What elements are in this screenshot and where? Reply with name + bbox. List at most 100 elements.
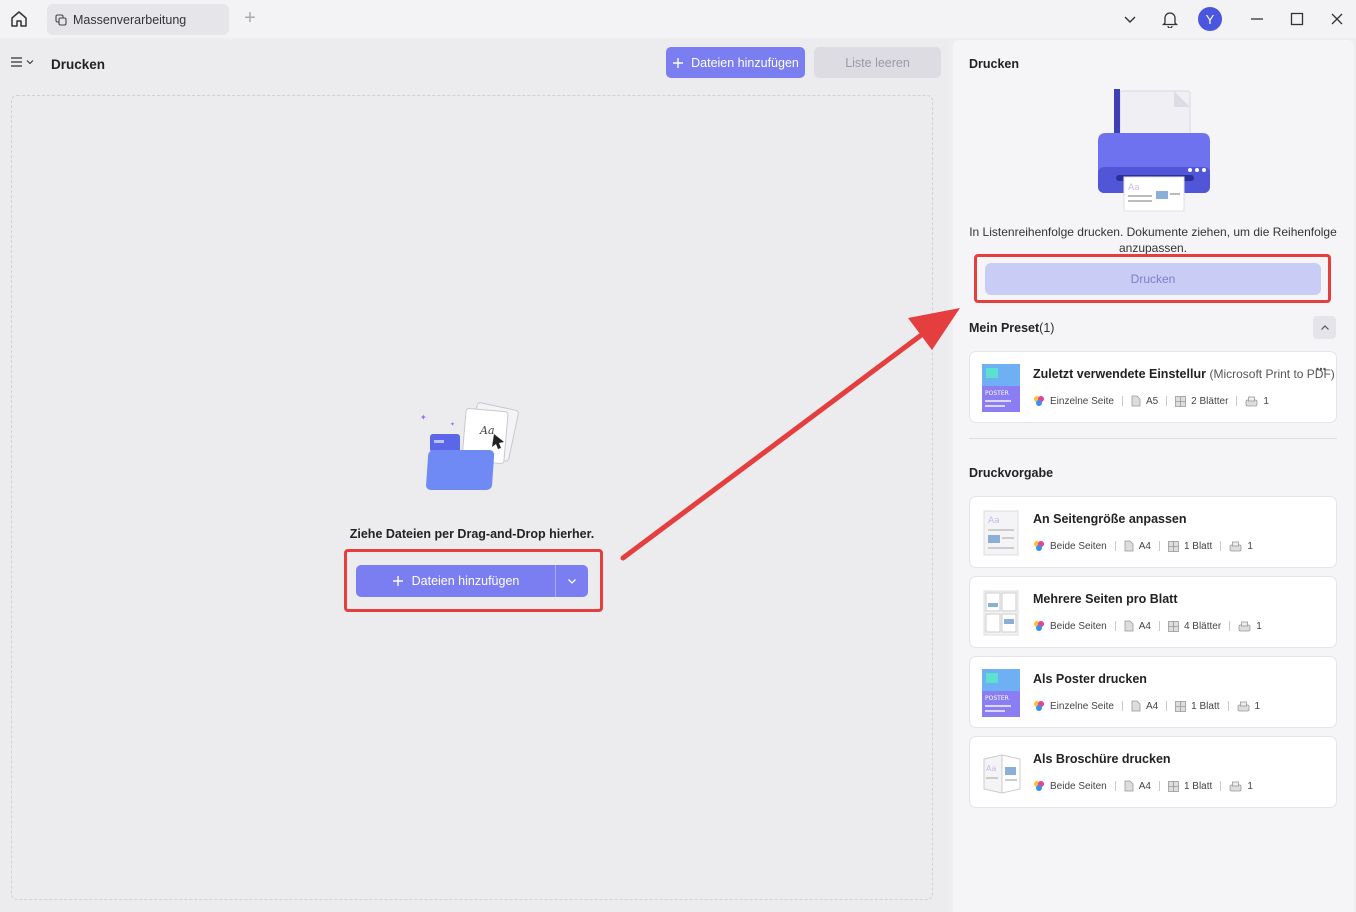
add-files-label: Dateien hinzufügen xyxy=(691,55,799,70)
chevron-down-icon xyxy=(26,60,34,65)
color-icon xyxy=(1034,541,1044,551)
meta-size: A4 xyxy=(1145,700,1159,712)
batch-icon xyxy=(55,13,67,26)
copies-icon xyxy=(1229,781,1242,791)
template-card-fit-page[interactable]: Aa An Seitengröße anpassen Beide Seiten … xyxy=(969,496,1337,568)
preset-meta: Einzelne Seite A5 2 Blätter 1 xyxy=(1033,395,1269,407)
clear-list-button[interactable]: Liste leeren xyxy=(814,47,941,78)
chevron-up-icon xyxy=(1320,324,1329,330)
meta-sheets: 1 Blatt xyxy=(1183,540,1213,552)
page-title: Drucken xyxy=(51,57,106,72)
chevron-down-icon xyxy=(1124,16,1136,23)
template-card-booklet[interactable]: Aa Als Broschüre drucken Beide Seiten A4… xyxy=(969,736,1337,808)
file-list-panel: Drucken Dateien hinzufügen Liste leeren … xyxy=(0,40,948,912)
title-bar: Massenverarbeitung + Y xyxy=(0,0,1356,38)
color-icon xyxy=(1034,621,1044,631)
meta-copies: 1 xyxy=(1247,780,1253,792)
close-icon xyxy=(1331,13,1343,25)
poster-thumbnail: POSTER xyxy=(982,669,1020,717)
color-icon xyxy=(1034,396,1044,406)
svg-text:Aa: Aa xyxy=(988,516,1000,526)
minimize-icon xyxy=(1251,18,1263,20)
copies-icon xyxy=(1237,701,1249,711)
template-title: Als Poster drucken xyxy=(1033,672,1147,686)
sheets-icon xyxy=(1168,540,1179,552)
template-meta: Beide Seiten A4 4 Blätter 1 xyxy=(1033,620,1262,632)
home-button[interactable] xyxy=(8,8,30,30)
highlight-print-button xyxy=(974,254,1331,303)
dropdown-button[interactable] xyxy=(1118,8,1142,30)
sheets-icon xyxy=(1175,700,1187,712)
template-title: Als Broschüre drucken xyxy=(1033,752,1171,766)
page-size-icon xyxy=(1124,620,1134,632)
minimize-button[interactable] xyxy=(1245,8,1269,30)
add-files-button[interactable]: Dateien hinzufügen xyxy=(666,47,805,78)
meta-copies: 1 xyxy=(1254,700,1261,712)
menu-button[interactable] xyxy=(10,56,34,68)
svg-text:✦: ✦ xyxy=(420,413,427,422)
page-size-icon xyxy=(1124,540,1134,552)
meta-size: A4 xyxy=(1138,780,1151,792)
close-button[interactable] xyxy=(1325,8,1349,30)
fit-page-thumbnail: Aa xyxy=(983,510,1019,556)
svg-text:Aa: Aa xyxy=(986,764,996,773)
section-divider xyxy=(969,438,1337,439)
hamburger-icon xyxy=(11,57,22,67)
meta-sides: Einzelne Seite xyxy=(1050,395,1114,407)
preset-card[interactable]: POSTER Zuletzt verwendete Einstellur (Mi… xyxy=(969,351,1337,423)
meta-sides: Einzelne Seite xyxy=(1050,700,1114,712)
printer-illustration: Aa xyxy=(1098,89,1210,212)
plus-icon xyxy=(673,57,684,68)
collapse-presets-button[interactable] xyxy=(1313,316,1336,339)
meta-sheets: 1 Blatt xyxy=(1191,700,1220,712)
svg-text:✦: ✦ xyxy=(450,421,455,428)
maximize-button[interactable] xyxy=(1285,8,1309,30)
meta-copies: 1 xyxy=(1247,540,1253,552)
preset-section-title: Mein Preset(1) xyxy=(969,321,1054,335)
booklet-thumbnail: Aa xyxy=(983,754,1021,794)
maximize-icon xyxy=(1290,12,1304,26)
template-card-poster[interactable]: POSTER Als Poster drucken Einzelne Seite… xyxy=(969,656,1337,728)
bell-icon xyxy=(1161,12,1179,28)
svg-text:POSTER: POSTER xyxy=(985,695,1009,702)
color-icon xyxy=(1034,701,1044,711)
home-icon xyxy=(11,11,27,27)
preset-title-text: Zuletzt verwendete Einstellur xyxy=(1033,367,1206,381)
meta-size: A4 xyxy=(1138,540,1151,552)
meta-sides: Beide Seiten xyxy=(1050,540,1107,552)
clear-list-label: Liste leeren xyxy=(845,55,910,70)
tab-label: Massenverarbeitung xyxy=(73,12,187,27)
preset-count: (1) xyxy=(1039,321,1055,335)
avatar[interactable]: Y xyxy=(1198,7,1222,31)
notifications-button[interactable] xyxy=(1158,8,1182,30)
more-dots-icon xyxy=(1316,367,1326,371)
highlight-add-files xyxy=(344,549,603,612)
meta-copies: 1 xyxy=(1256,620,1262,632)
svg-text:Aa: Aa xyxy=(1128,183,1140,193)
new-tab-button[interactable]: + xyxy=(240,8,260,29)
copies-icon xyxy=(1238,621,1251,631)
template-meta: Einzelne Seite A4 1 Blatt 1 xyxy=(1033,700,1260,712)
tab-massenverarbeitung[interactable]: Massenverarbeitung xyxy=(47,4,229,35)
multi-page-thumbnail xyxy=(983,590,1019,636)
more-options-button[interactable] xyxy=(1316,362,1326,374)
meta-sides: Beide Seiten xyxy=(1050,780,1107,792)
template-title: Mehrere Seiten pro Blatt xyxy=(1033,592,1178,606)
meta-sheets: 4 Blätter xyxy=(1183,620,1222,632)
page-size-icon xyxy=(1124,780,1134,792)
color-icon xyxy=(1034,781,1044,791)
template-card-multi-page[interactable]: Mehrere Seiten pro Blatt Beide Seiten A4… xyxy=(969,576,1337,648)
meta-sides: Beide Seiten xyxy=(1050,620,1107,632)
page-size-icon xyxy=(1131,700,1141,712)
sheets-icon xyxy=(1175,395,1187,407)
copies-icon xyxy=(1246,396,1258,406)
panel-title: Drucken xyxy=(969,57,1020,71)
drop-hint: Ziehe Dateien per Drag-and-Drop hierher. xyxy=(349,527,595,541)
template-section-title: Druckvorgabe xyxy=(969,466,1054,480)
print-description: In Listenreihenfolge drucken. Dokumente … xyxy=(969,225,1337,255)
template-meta: Beide Seiten A4 1 Blatt 1 xyxy=(1033,540,1253,552)
meta-size: A5 xyxy=(1145,395,1159,407)
folder-documents-illustration: ✦ ✦ Aa xyxy=(420,402,519,490)
meta-sheets: 1 Blatt xyxy=(1183,780,1213,792)
template-meta: Beide Seiten A4 1 Blatt 1 xyxy=(1033,780,1253,792)
